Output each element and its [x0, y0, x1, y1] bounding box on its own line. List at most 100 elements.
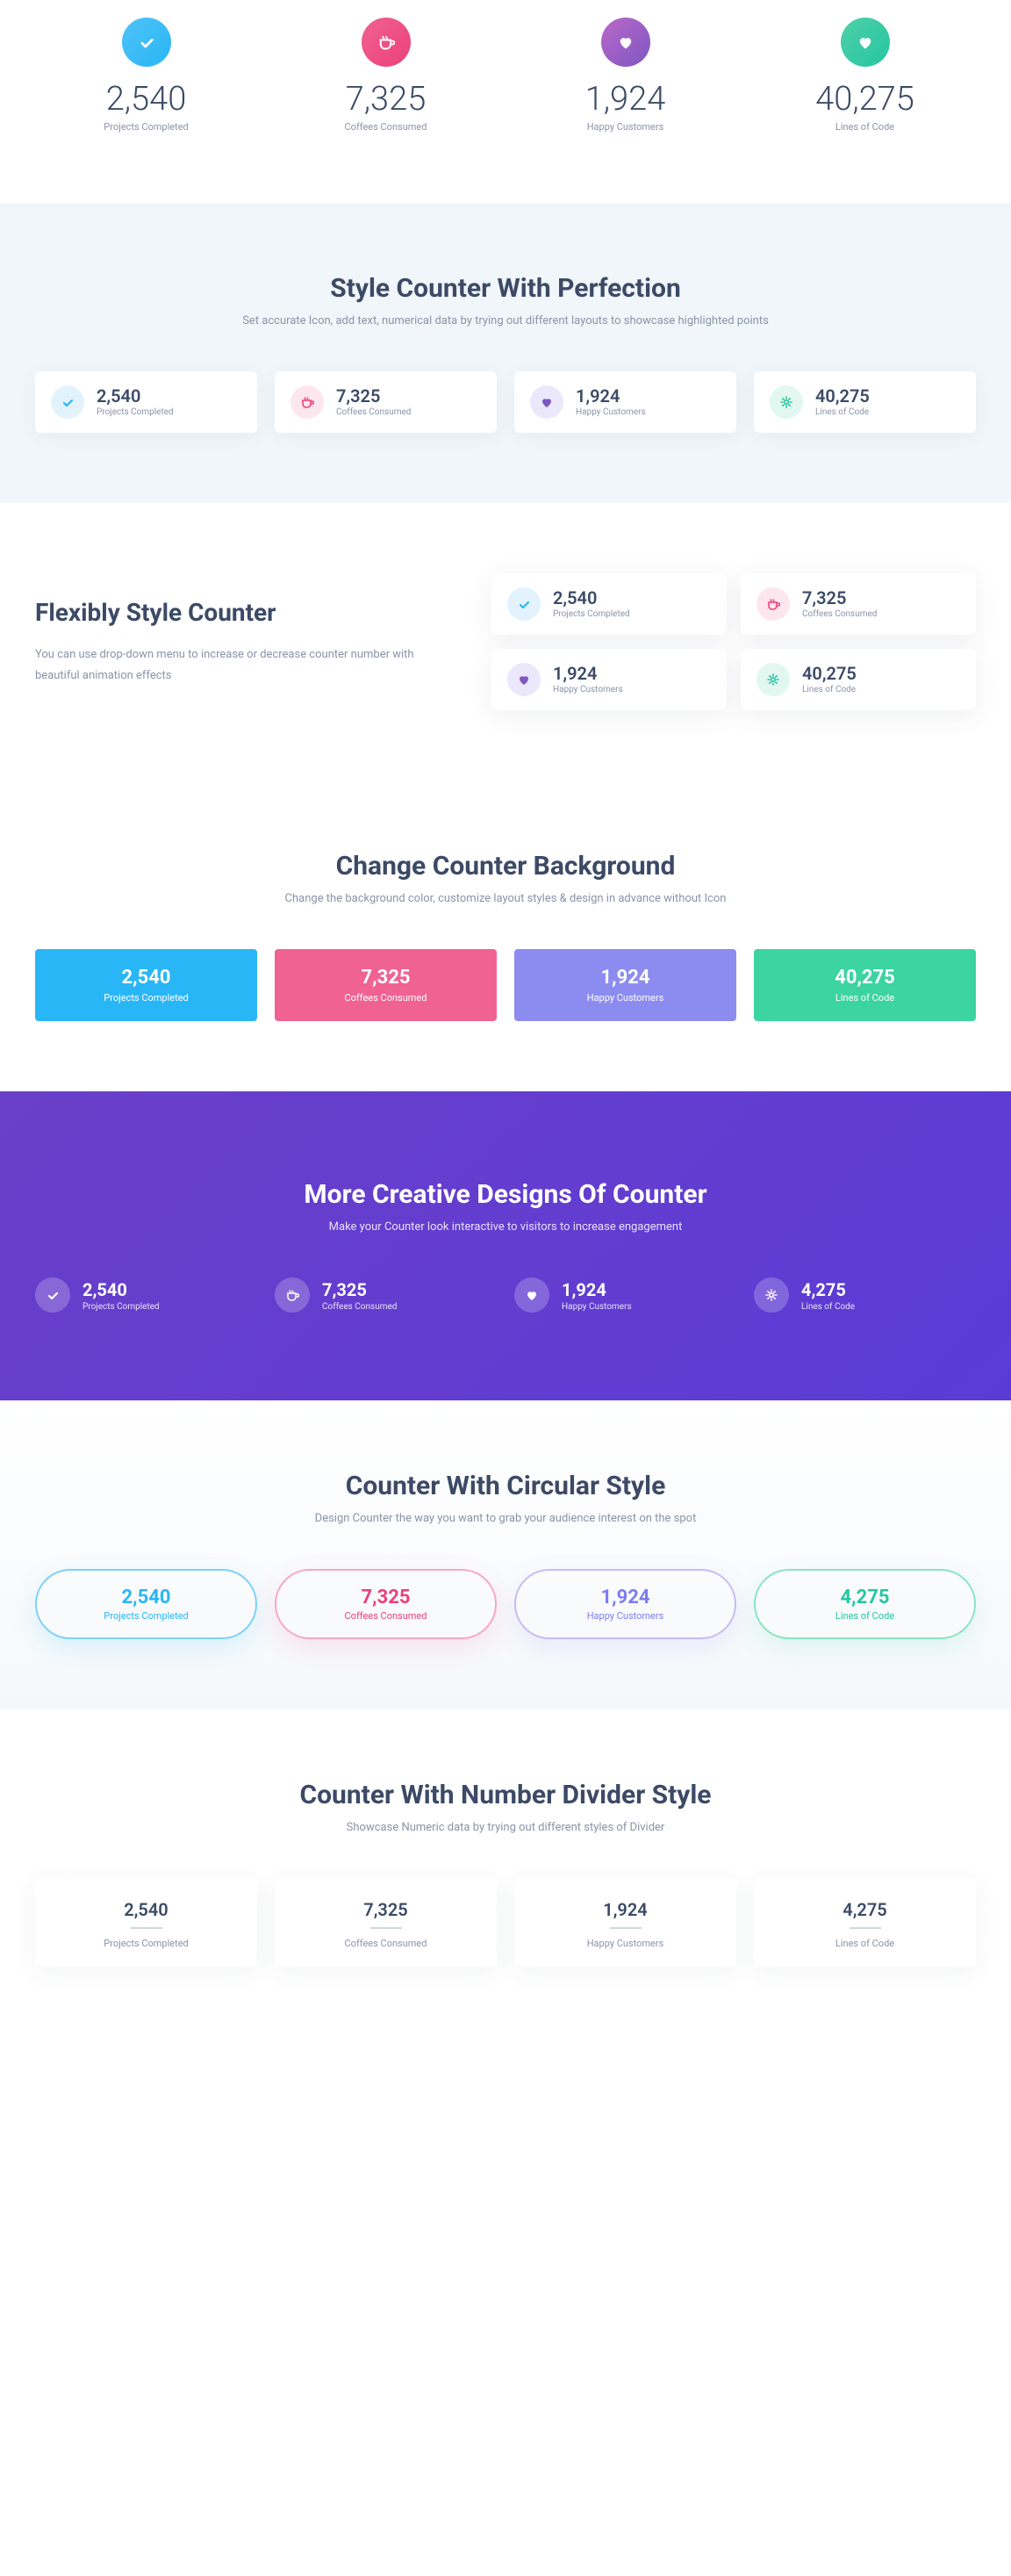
counter-label: Lines of Code — [764, 1610, 965, 1622]
divider-bar — [850, 1927, 881, 1929]
counter-value: 2,540 — [44, 967, 248, 989]
counter-card-coffees: 7,325 Coffees Consumed — [275, 371, 497, 433]
section-title: Flexibly Style Counter — [35, 598, 439, 627]
heart-icon — [530, 385, 563, 419]
heart-icon — [601, 18, 650, 67]
counter-value: 1,924 — [562, 1279, 632, 1300]
counter-label: Lines of Code — [763, 1938, 967, 1949]
section-divider-style: Counter With Number Divider Style Showca… — [0, 1709, 1011, 2037]
gear-icon — [770, 385, 803, 419]
counter-label: Projects Completed — [553, 609, 630, 619]
check-icon — [507, 587, 541, 621]
section-title: Counter With Number Divider Style — [35, 1780, 976, 1810]
counter-customers: 1,924 Happy Customers — [514, 18, 736, 133]
counter-label: Happy Customers — [576, 407, 646, 417]
counter-label: Coffees Consumed — [275, 121, 497, 133]
counter-value: 2,540 — [46, 1587, 247, 1608]
hero-counters: 2,540 Projects Completed 7,325 Coffees C… — [0, 0, 1011, 203]
counter-value: 2,540 — [97, 387, 174, 405]
counter-projects: 2,540 Projects Completed — [35, 18, 257, 133]
counter-label: Happy Customers — [553, 685, 623, 694]
counter-label: Projects Completed — [44, 1938, 248, 1949]
counter-value: 4,275 — [801, 1279, 855, 1300]
counter-value: 2,540 — [35, 83, 257, 116]
counter-label: Happy Customers — [514, 121, 736, 133]
counter-pill-coffees: 7,325Coffees Consumed — [275, 1569, 497, 1639]
counter-value: 1,924 — [553, 665, 623, 682]
counter-label: Projects Completed — [46, 1610, 247, 1622]
section-circular-style: Counter With Circular Style Design Count… — [0, 1400, 1011, 1709]
heart-icon — [841, 18, 890, 67]
counter-value: 40,275 — [763, 967, 967, 989]
counter-divcard-coffees: 7,325 Coffees Consumed — [275, 1878, 497, 1967]
counter-value: 1,924 — [523, 1899, 728, 1920]
section-subtitle: Make your Counter look interactive to vi… — [35, 1220, 976, 1234]
counter-pill-customers: 1,924 Happy Customers — [514, 1569, 736, 1639]
counter-coffees: 7,325 Coffees Consumed — [275, 18, 497, 133]
counter-card-coffees: 7,325 Coffees Consumed — [741, 573, 976, 635]
counter-label: Projects Completed — [35, 121, 257, 133]
check-icon — [51, 385, 84, 419]
counter-label: Lines of Code — [802, 685, 857, 694]
counter-card-customers: 1,924 Happy Customers — [491, 649, 727, 710]
counter-value: 7,325 — [336, 387, 411, 405]
section-subtitle: Design Counter the way you want to grab … — [35, 1512, 976, 1525]
section-flexibly-style: Flexibly Style Counter You can use drop-… — [0, 503, 1011, 781]
counter-coffees: 7,325 Coffees Consumed — [275, 1277, 497, 1313]
counter-value: 7,325 — [275, 83, 497, 116]
divider-bar — [131, 1927, 162, 1929]
counter-label: Projects Completed — [82, 1302, 160, 1312]
counter-value: 40,275 — [802, 665, 857, 682]
counter-label: Coffees Consumed — [802, 609, 877, 619]
section-subtitle: Showcase Numeric data by trying out diff… — [35, 1821, 976, 1834]
counter-label: Lines of Code — [815, 407, 870, 417]
counter-card-projects: 2,540Projects Completed — [35, 371, 257, 433]
counter-projects: 2,540 Projects Completed — [35, 1277, 257, 1313]
check-icon — [122, 18, 171, 67]
counter-label: Happy Customers — [525, 1610, 726, 1622]
counter-card-coffees: 7,325 Coffees Consumed — [275, 949, 497, 1021]
counter-label: Lines of Code — [763, 992, 967, 1004]
counter-label: Coffees Consumed — [283, 992, 488, 1004]
counter-label: Happy Customers — [562, 1302, 632, 1312]
counter-card-customers: 1,924 Happy Customers — [514, 371, 736, 433]
heart-icon — [514, 1277, 549, 1313]
counter-label: Coffees Consumed — [283, 1938, 488, 1949]
counter-customers: 1,924 Happy Customers — [514, 1277, 736, 1313]
counter-divcard-customers: 1,924Happy Customers — [514, 1878, 736, 1967]
counter-value: 7,325 — [322, 1279, 397, 1300]
counter-label: Lines of Code — [801, 1302, 855, 1312]
counter-value: 7,325 — [283, 1899, 488, 1920]
divider-bar — [370, 1927, 402, 1929]
counter-value: 7,325 — [283, 967, 488, 989]
counter-card-customers: 1,924 Happy Customers — [514, 949, 736, 1021]
counter-value: 7,325 — [285, 1587, 486, 1608]
coffee-icon — [362, 18, 411, 67]
counter-value: 1,924 — [525, 1587, 726, 1608]
counter-value: 1,924 — [576, 387, 646, 405]
counter-value: 1,924 — [523, 967, 728, 989]
counter-value: 1,924 — [514, 83, 736, 116]
counter-label: Coffees Consumed — [336, 407, 411, 417]
section-style-perfection: Style Counter With Perfection Set accura… — [0, 203, 1011, 503]
counter-value: 2,540 — [44, 1899, 248, 1920]
counter-divcard-codelines: 4,275 Lines of Code — [754, 1878, 976, 1967]
counter-value: 2,540 — [82, 1279, 160, 1300]
heart-icon — [507, 663, 541, 696]
counter-card-projects: 2,540Projects Completed — [35, 949, 257, 1021]
section-title: More Creative Designs Of Counter — [35, 1179, 976, 1210]
counter-value: 7,325 — [802, 589, 877, 607]
counter-label: Lines of Code — [754, 121, 976, 133]
section-change-background: Change Counter Background Change the bac… — [0, 781, 1011, 1091]
counter-divcard-projects: 2,540 Projects Completed — [35, 1878, 257, 1967]
section-title: Change Counter Background — [35, 851, 976, 881]
counter-card-codelines: 40,275 Lines of Code — [741, 649, 976, 710]
counter-value: 4,275 — [763, 1899, 967, 1920]
counter-label: Coffees Consumed — [322, 1302, 397, 1312]
counter-value: 2,540 — [553, 589, 630, 607]
counter-card-projects: 2,540 Projects Completed — [491, 573, 727, 635]
coffee-icon — [290, 385, 324, 419]
section-description: You can use drop-down menu to increase o… — [35, 644, 439, 686]
counter-label: Happy Customers — [523, 992, 728, 1004]
counter-card-codelines: 40,275 Lines of Code — [754, 949, 976, 1021]
